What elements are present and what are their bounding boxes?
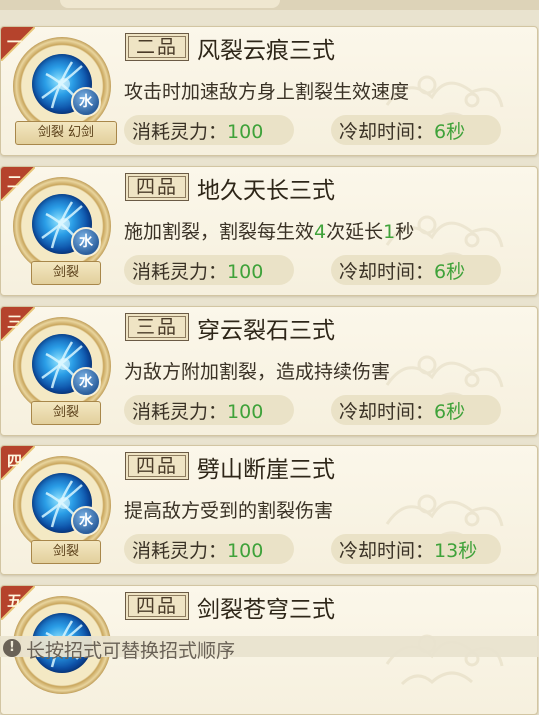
skill-card[interactable]: 二水剑裂 四品 地久天长三式 施加割裂，割裂每生效4次延长1秒 消耗灵力：100 冷却时间…	[0, 166, 538, 296]
cooldown-label: 冷却时间：	[339, 540, 435, 562]
desc-segment: 4	[314, 221, 327, 243]
water-element-badge: 水	[71, 506, 101, 536]
hint-text: 长按招式可替换招式顺序	[26, 640, 236, 662]
cooldown-pill: 冷却时间：6秒	[331, 255, 501, 285]
skill-description: 提高敌方受到的割裂伤害	[124, 496, 333, 523]
cost-value: 100	[227, 401, 264, 423]
cooldown-label: 冷却时间：	[339, 261, 435, 283]
hint-bar: ! 长按招式可替换招式顺序	[0, 636, 539, 662]
desc-segment: 次延长	[326, 221, 384, 243]
cost-pill: 消耗灵力：100	[124, 115, 294, 145]
skill-description: 为敌方附加割裂，造成持续伤害	[124, 357, 390, 384]
water-element-badge: 水	[71, 227, 101, 257]
grade-badge: 二品	[125, 33, 189, 61]
cooldown-label: 冷却时间：	[339, 401, 435, 423]
cost-pill: 消耗灵力：100	[124, 534, 294, 564]
cost-label: 消耗灵力：	[132, 540, 228, 562]
skill-tag-label: 剑裂	[31, 261, 101, 285]
skill-name: 风裂云痕三式	[197, 38, 335, 64]
skill-name: 穿云裂石三式	[197, 318, 335, 344]
cooldown-pill: 冷却时间：6秒	[331, 115, 501, 145]
cooldown-pill: 冷却时间：6秒	[331, 395, 501, 425]
cost-label: 消耗灵力：	[132, 121, 228, 143]
tab-notch	[60, 0, 280, 8]
cost-value: 100	[227, 121, 264, 143]
desc-segment: 秒	[395, 221, 415, 243]
cost-value: 100	[227, 540, 264, 562]
cooldown-label: 冷却时间：	[339, 121, 435, 143]
grade-badge: 四品	[125, 592, 189, 620]
water-element-badge: 水	[71, 87, 101, 117]
order-number: 五	[7, 592, 23, 610]
cooldown-value: 13秒	[434, 540, 478, 562]
cooldown-value: 6秒	[434, 121, 466, 143]
skill-description: 攻击时加速敌方身上割裂生效速度	[124, 77, 409, 104]
skill-tag-label: 剑裂	[31, 401, 101, 425]
skill-card[interactable]: 一水剑裂 幻剑 二品 风裂云痕三式攻击时加速敌方身上割裂生效速度消耗灵力：100 冷却…	[0, 26, 538, 156]
skill-description: 施加割裂，割裂每生效4次延长1秒	[124, 217, 414, 244]
skill-card[interactable]: 三水剑裂 三品 穿云裂石三式为敌方附加割裂，造成持续伤害消耗灵力：100 冷却时间：6…	[0, 306, 538, 436]
skill-name: 地久天长三式	[197, 178, 335, 204]
skill-name: 劈山断崖三式	[197, 457, 335, 483]
cooldown-value: 6秒	[434, 261, 466, 283]
order-number: 三	[7, 313, 23, 331]
grade-badge: 四品	[125, 452, 189, 480]
desc-segment: 提高敌方受到的割裂伤害	[124, 500, 334, 522]
cost-label: 消耗灵力：	[132, 261, 228, 283]
skill-name: 剑裂苍穹三式	[197, 597, 335, 623]
desc-segment: 攻击时加速敌方身上割裂生效速度	[124, 81, 410, 103]
order-number: 四	[7, 452, 23, 470]
water-element-badge: 水	[71, 367, 101, 397]
cooldown-pill: 冷却时间：13秒	[331, 534, 501, 564]
cost-value: 100	[227, 261, 264, 283]
grade-badge: 四品	[125, 173, 189, 201]
cooldown-value: 6秒	[434, 401, 466, 423]
order-number: 一	[7, 33, 23, 51]
cost-label: 消耗灵力：	[132, 401, 228, 423]
grade-badge: 三品	[125, 313, 189, 341]
cost-pill: 消耗灵力：100	[124, 255, 294, 285]
skill-tag-label: 剑裂 幻剑	[15, 121, 117, 145]
info-icon: !	[3, 639, 21, 657]
top-tab-strip	[0, 0, 539, 10]
cost-pill: 消耗灵力：100	[124, 395, 294, 425]
desc-segment: 为敌方附加割裂，造成持续伤害	[124, 361, 391, 383]
order-number: 二	[7, 173, 23, 191]
desc-segment: 1	[383, 221, 396, 243]
skill-card[interactable]: 四水剑裂 四品 劈山断崖三式提高敌方受到的割裂伤害消耗灵力：100 冷却时间：13秒	[0, 445, 538, 575]
desc-segment: 施加割裂，割裂每生效	[124, 221, 315, 243]
skill-tag-label: 剑裂	[31, 540, 101, 564]
